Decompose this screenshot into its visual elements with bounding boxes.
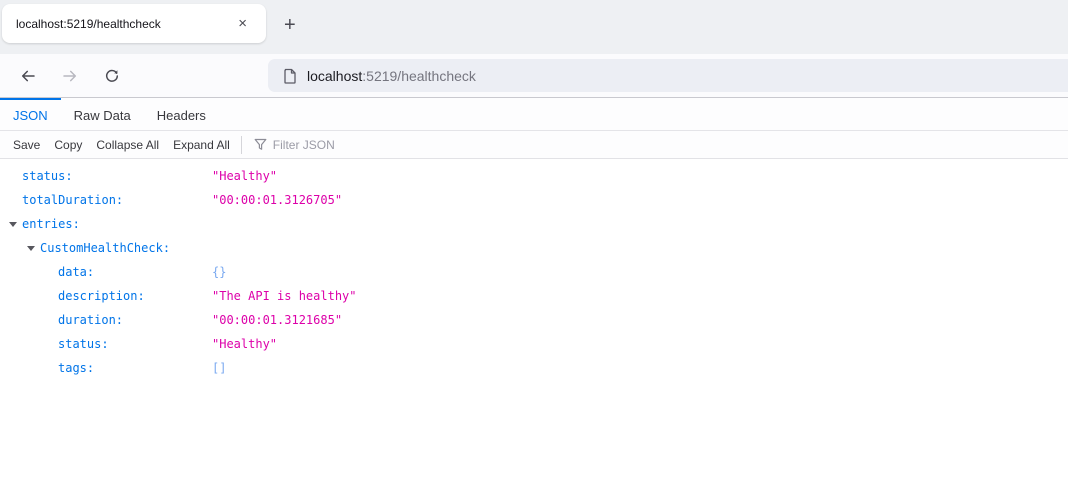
json-row: description: "The API is healthy" <box>0 284 1068 308</box>
copy-button[interactable]: Copy <box>47 138 89 152</box>
tab-raw-data[interactable]: Raw Data <box>61 98 144 130</box>
navigation-bar: localhost:5219/healthcheck <box>0 54 1068 98</box>
json-value: "00:00:01.3126705" <box>212 193 343 207</box>
forward-button[interactable] <box>56 62 84 90</box>
json-row: CustomHealthCheck: <box>0 236 1068 260</box>
json-value: {} <box>212 265 227 279</box>
json-row: totalDuration: "00:00:01.3126705" <box>0 188 1068 212</box>
browser-tab[interactable]: localhost:5219/healthcheck × <box>2 4 266 43</box>
json-row: tags: [] <box>0 356 1068 380</box>
json-row: entries: <box>0 212 1068 236</box>
json-key[interactable]: CustomHealthCheck: <box>40 241 170 255</box>
json-value: "The API is healthy" <box>212 289 357 303</box>
tab-headers[interactable]: Headers <box>144 98 219 130</box>
tab-close-icon[interactable]: × <box>233 14 252 33</box>
viewer-toolbar: Save Copy Collapse All Expand All <box>0 131 1068 159</box>
viewer-tab-strip: JSON Raw Data Headers <box>0 98 1068 131</box>
back-icon <box>20 68 36 84</box>
json-row: duration: "00:00:01.3121685" <box>0 308 1068 332</box>
tab-json[interactable]: JSON <box>0 98 61 130</box>
json-tree: status: "Healthy" totalDuration: "00:00:01.… <box>0 159 1068 499</box>
json-key[interactable]: totalDuration: <box>22 193 123 207</box>
json-row: data: {} <box>0 260 1068 284</box>
address-bar[interactable]: localhost:5219/healthcheck <box>268 59 1068 92</box>
url-path: :5219/healthcheck <box>362 67 476 84</box>
new-tab-button[interactable]: + <box>276 11 304 39</box>
tab-title: localhost:5219/healthcheck <box>16 16 161 31</box>
toolbar-divider <box>240 135 242 154</box>
json-row: status: "Healthy" <box>0 332 1068 356</box>
json-value: [] <box>212 361 227 375</box>
json-key[interactable]: duration: <box>58 313 123 327</box>
collapse-all-button[interactable]: Collapse All <box>89 138 166 152</box>
json-value: "00:00:01.3121685" <box>212 313 343 327</box>
json-key[interactable]: tags: <box>58 361 94 375</box>
twisty-expanded-icon[interactable] <box>27 246 35 251</box>
json-value: "Healthy" <box>212 337 278 351</box>
reload-button[interactable] <box>98 62 126 90</box>
forward-icon <box>62 68 78 84</box>
filter-json-input[interactable] <box>272 137 433 152</box>
json-key[interactable]: description: <box>58 289 145 303</box>
json-key[interactable]: status: <box>58 337 109 351</box>
reload-icon <box>104 68 120 84</box>
json-value: "Healthy" <box>212 169 278 183</box>
expand-all-button[interactable]: Expand All <box>166 138 237 152</box>
browser-window: localhost:5219/healthcheck × + localhost… <box>0 0 1068 501</box>
back-button[interactable] <box>14 62 42 90</box>
page-icon <box>283 68 297 84</box>
json-key[interactable]: status: <box>22 169 73 183</box>
json-row: status: "Healthy" <box>0 164 1068 188</box>
save-button[interactable]: Save <box>6 138 47 152</box>
json-key[interactable]: entries: <box>22 217 80 231</box>
tab-bar: localhost:5219/healthcheck × + <box>0 0 1068 54</box>
twisty-expanded-icon[interactable] <box>9 222 17 227</box>
filter-icon <box>254 138 267 151</box>
json-key[interactable]: data: <box>58 265 94 279</box>
url-host: localhost <box>307 67 363 84</box>
